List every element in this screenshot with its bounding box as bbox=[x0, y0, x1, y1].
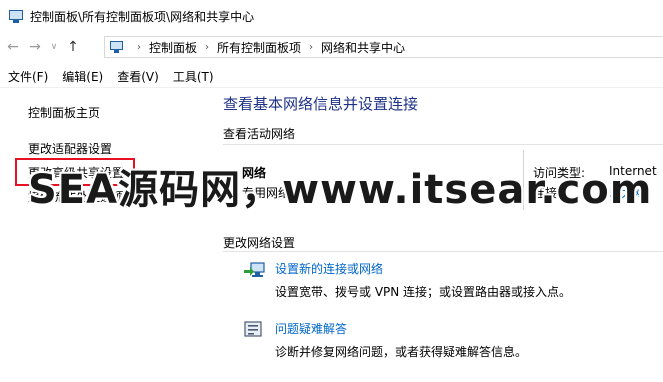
main-content: 查看基本网络信息并设置连接 查看活动网络 网络 专用网络 访问类型: Inter… bbox=[205, 88, 663, 382]
divider bbox=[223, 144, 663, 145]
window-title: 控制面板\所有控制面板项\网络和共享中心 bbox=[30, 9, 255, 24]
breadcrumb-network-center[interactable]: 网络和共享中心 bbox=[321, 39, 405, 56]
breadcrumb-separator[interactable]: › bbox=[309, 42, 313, 53]
back-button[interactable]: ← bbox=[4, 36, 22, 58]
menu-tools[interactable]: 工具(T) bbox=[173, 68, 214, 85]
control-panel-icon bbox=[109, 40, 125, 54]
breadcrumb-separator[interactable]: › bbox=[137, 42, 141, 53]
troubleshoot-description: 诊断并修复网络问题，或者获得疑难解答信息。 bbox=[275, 345, 528, 359]
page-title: 查看基本网络信息并设置连接 bbox=[223, 95, 419, 113]
menu-file[interactable]: 文件(F) bbox=[8, 68, 48, 85]
menu-edit[interactable]: 编辑(E) bbox=[62, 68, 103, 85]
control-panel-icon bbox=[8, 8, 24, 24]
divider bbox=[223, 251, 663, 252]
menu-view[interactable]: 查看(V) bbox=[117, 68, 159, 85]
forward-button[interactable]: → bbox=[26, 36, 44, 58]
title-bar: 控制面板\所有控制面板项\网络和共享中心 bbox=[0, 0, 663, 32]
change-settings-label: 更改网络设置 bbox=[223, 236, 296, 250]
network-setup-icon bbox=[244, 262, 265, 277]
menu-bar: 文件(F) 编辑(E) 查看(V) 工具(T) bbox=[0, 66, 663, 88]
address-bar[interactable]: › 控制面板 › 所有控制面板项 › 网络和共享中心 bbox=[104, 36, 663, 58]
troubleshoot-icon bbox=[244, 321, 262, 337]
active-networks-label: 查看活动网络 bbox=[223, 127, 296, 141]
breadcrumb-control-panel[interactable]: 控制面板 bbox=[149, 39, 197, 56]
watermark: SEA源码网，www.itsear.com bbox=[28, 167, 653, 213]
up-button[interactable]: ↑ bbox=[64, 36, 82, 58]
setup-connection-link[interactable]: 设置新的连接或网络 bbox=[275, 260, 383, 277]
sidebar-item-adapter-settings[interactable]: 更改适配器设置 bbox=[28, 140, 112, 157]
setup-connection-description: 设置宽带、拨号或 VPN 连接；或设置路由器或接入点。 bbox=[275, 285, 572, 299]
sidebar-item-home[interactable]: 控制面板主页 bbox=[28, 104, 100, 121]
troubleshoot-link[interactable]: 问题疑难解答 bbox=[275, 320, 347, 337]
breadcrumb-separator[interactable]: › bbox=[205, 42, 209, 53]
breadcrumb-all-items[interactable]: 所有控制面板项 bbox=[217, 39, 301, 56]
navigation-bar: ← → ∨ ↑ › 控制面板 › 所有控制面板项 › 网络和共享中心 bbox=[0, 32, 663, 62]
recent-locations-chevron-icon[interactable]: ∨ bbox=[48, 36, 60, 58]
sidebar: 控制面板主页 更改适配器设置 更改高级共享设置 媒体流式处理选项 bbox=[0, 88, 205, 382]
